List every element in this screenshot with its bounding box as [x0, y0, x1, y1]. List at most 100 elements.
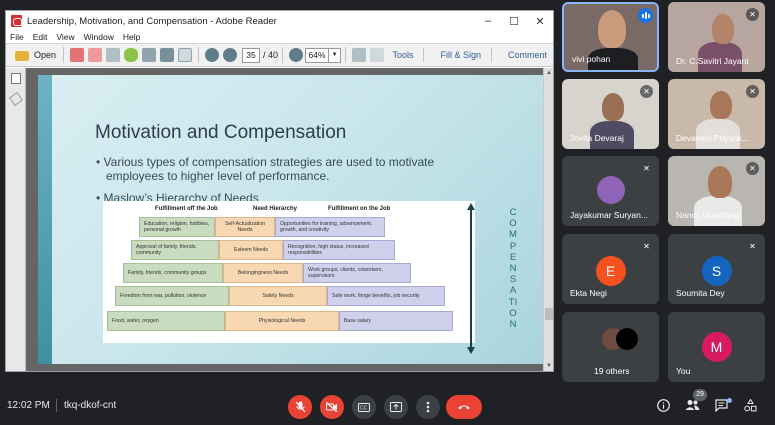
- page-total: / 40: [263, 50, 279, 60]
- participant-tile[interactable]: vivi pohan: [562, 2, 659, 72]
- on-job-cell: Base salary: [339, 311, 453, 331]
- hierarchy-row: Education, religion, hobbies, personal g…: [139, 217, 385, 237]
- avatar: [616, 328, 638, 350]
- page-up-icon[interactable]: [205, 48, 220, 62]
- email-icon[interactable]: [178, 48, 193, 62]
- on-job-cell: Work groups, clients, coworkers, supervi…: [303, 263, 411, 283]
- attachment-icon[interactable]: [9, 92, 23, 106]
- meeting-details-button[interactable]: [655, 399, 671, 415]
- maslow-hierarchy-diagram: Fulfillment off the Job Need Hierarchy F…: [103, 201, 475, 343]
- toolbar-divider: [198, 47, 200, 63]
- off-job-cell: Education, religion, hobbies, personal g…: [139, 217, 215, 237]
- mic-off-icon: ✕: [640, 85, 653, 98]
- speaking-indicator-icon: [638, 8, 653, 23]
- people-button[interactable]: [684, 399, 700, 415]
- toolbar-divider: [490, 48, 492, 62]
- adobe-reader-window: Leadership, Motivation, and Compensation…: [5, 10, 554, 372]
- mic-off-icon: ✕: [749, 242, 756, 251]
- page-number-input[interactable]: 35: [242, 47, 261, 63]
- mic-off-icon: ✕: [746, 8, 759, 21]
- info-icon: [656, 399, 670, 412]
- page-down-icon[interactable]: [223, 48, 238, 62]
- zoom-input[interactable]: 64%: [305, 47, 330, 63]
- maximize-button[interactable]: ☐: [501, 11, 527, 31]
- read-mode-icon[interactable]: [370, 48, 385, 62]
- scroll-thumb[interactable]: [545, 308, 553, 320]
- menu-edit[interactable]: Edit: [33, 32, 48, 42]
- mic-toggle-button[interactable]: [288, 395, 312, 419]
- page-thumbnails-icon[interactable]: [11, 73, 21, 84]
- off-job-cell: Approval of family, friends, community: [131, 240, 219, 260]
- mic-off-icon: ✕: [643, 242, 650, 251]
- on-job-cell: Recognition, high status, increased resp…: [283, 240, 395, 260]
- bullet-line: employees to higher level of performance…: [106, 169, 330, 183]
- off-job-cell: Family, friends, community groups: [123, 263, 223, 283]
- captions-icon: CC: [358, 402, 370, 412]
- participant-tile-self[interactable]: M You: [668, 312, 765, 382]
- fill-sign-link[interactable]: Fill & Sign: [440, 50, 481, 60]
- toolbar-divider: [345, 47, 347, 63]
- participant-name: You: [676, 366, 691, 376]
- mic-off-icon: ✕: [643, 164, 650, 173]
- vertical-scrollbar[interactable]: ▲ ▼: [543, 68, 553, 371]
- folder-icon: [15, 51, 29, 61]
- participant-name: vivi pohan: [572, 54, 611, 64]
- need-cell: Physiological Needs: [225, 311, 339, 331]
- activities-button[interactable]: [742, 398, 758, 415]
- off-job-cell: Freedom from war, pollution, violence: [115, 286, 229, 306]
- participant-name: Nancy Upadhyay: [676, 210, 741, 220]
- participant-tile[interactable]: ✕ Jovita Devaraj: [562, 79, 659, 149]
- minimize-button[interactable]: –: [475, 11, 501, 31]
- chat-icon: [714, 399, 728, 413]
- present-button[interactable]: [384, 395, 408, 419]
- bullet-line: • Various types of compensation strategi…: [96, 155, 435, 169]
- participant-tile[interactable]: ✕ Jayakumar Suryan...: [562, 156, 659, 226]
- participant-tile[interactable]: S ✕ Soumita Dey: [668, 234, 765, 304]
- activities-icon: [743, 398, 756, 412]
- avatar: M: [701, 332, 732, 362]
- arrow-down-head: [467, 347, 475, 354]
- print-icon[interactable]: [160, 48, 175, 62]
- participant-video: [710, 91, 732, 119]
- participant-video: [708, 166, 732, 198]
- camera-off-icon: [326, 402, 338, 412]
- slide-bullets: • Various types of compensation strategi…: [96, 155, 434, 205]
- scroll-up-icon[interactable]: ▲: [545, 70, 553, 76]
- close-button[interactable]: ✕: [527, 11, 553, 31]
- tools-link[interactable]: Tools: [392, 50, 413, 60]
- participant-tile[interactable]: ✕ Dr. C.Savitri Jayant: [668, 2, 765, 72]
- edit-icon[interactable]: [106, 48, 121, 62]
- menu-help[interactable]: Help: [123, 32, 140, 42]
- leave-call-button[interactable]: [446, 395, 482, 419]
- on-job-cell: Opportunities for training, advancement,…: [275, 217, 385, 237]
- participant-video: [712, 14, 734, 44]
- camera-toggle-button[interactable]: [320, 395, 344, 419]
- zoom-out-icon[interactable]: [289, 48, 304, 62]
- meeting-code: tkq-dkof-cnt: [64, 400, 117, 411]
- scroll-down-icon[interactable]: ▼: [545, 363, 553, 369]
- participant-tile-others[interactable]: 19 others: [562, 312, 659, 382]
- combine-icon[interactable]: [88, 48, 103, 62]
- need-cell: Self-Actualization Needs: [215, 217, 275, 237]
- menu-file[interactable]: File: [10, 32, 24, 42]
- cloud-icon[interactable]: [124, 48, 139, 62]
- participant-name: Ekta Negi: [570, 288, 607, 298]
- comment-link[interactable]: Comment: [508, 50, 547, 60]
- participant-tile[interactable]: E ✕ Ekta Negi: [562, 234, 659, 304]
- save-icon[interactable]: [142, 48, 157, 62]
- avatar: S: [701, 256, 732, 286]
- menu-window[interactable]: Window: [84, 32, 114, 42]
- on-job-cell: Safe work, fringe benefits, job security: [327, 286, 445, 306]
- need-cell: Esteem Needs: [219, 240, 283, 260]
- menu-view[interactable]: View: [56, 32, 74, 42]
- header-off-job: Fulfillment off the Job: [155, 206, 218, 212]
- document-area: Motivation and Compensation • Various ty…: [6, 68, 553, 371]
- create-pdf-icon[interactable]: [70, 48, 85, 62]
- captions-button[interactable]: CC: [352, 395, 376, 419]
- fit-page-icon[interactable]: [352, 48, 367, 62]
- more-options-button[interactable]: [416, 395, 440, 419]
- participant-tile[interactable]: ✕ Devasani Priyank...: [668, 79, 765, 149]
- zoom-dropdown-icon[interactable]: ▼: [329, 47, 342, 63]
- participant-tile[interactable]: ✕ Nancy Upadhyay: [668, 156, 765, 226]
- open-button[interactable]: Open: [10, 46, 59, 64]
